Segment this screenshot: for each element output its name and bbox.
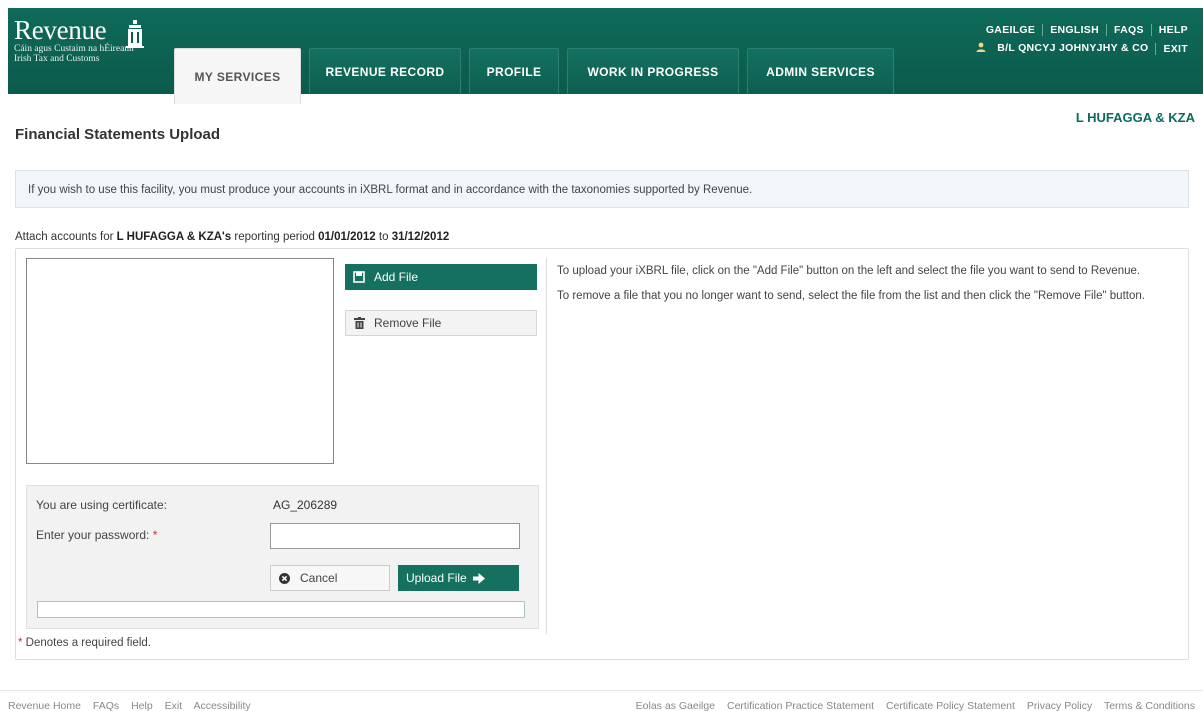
footer-link-certificate-policy-statement[interactable]: Certificate Policy Statement xyxy=(886,700,1015,711)
password-label: Enter your password: * xyxy=(36,528,157,542)
required-field-note: * Denotes a required field. xyxy=(18,637,151,649)
logo-sub-irish: Cáin agus Custaim na hÉireann xyxy=(14,44,134,54)
footer-divider xyxy=(0,690,1203,691)
add-file-icon xyxy=(353,271,365,283)
user-icon xyxy=(969,42,993,55)
logo-sub-english: Irish Tax and Customs xyxy=(14,54,100,64)
panel-divider xyxy=(546,258,547,634)
logo-text: Revenue xyxy=(14,15,107,45)
attach-to-word: to xyxy=(375,231,392,243)
link-help[interactable]: HELP xyxy=(1150,24,1195,36)
file-list[interactable] xyxy=(26,258,334,464)
top-links: GAEILGE ENGLISH FAQS HELP B/L QNCYJ JOHN… xyxy=(962,24,1195,55)
trash-icon xyxy=(354,317,365,329)
footer-link-terms-conditions[interactable]: Terms & Conditions xyxy=(1104,700,1195,711)
revenue-logo[interactable]: Revenue Cáin agus Custaim na hÉireann Ir… xyxy=(14,15,144,64)
remove-file-button[interactable]: Remove File xyxy=(345,310,537,336)
period-from: 01/01/2012 xyxy=(318,231,376,243)
add-file-button[interactable]: Add File xyxy=(345,264,537,290)
info-text: If you wish to use this facility, you mu… xyxy=(28,184,753,196)
certificate-label: You are using certificate: xyxy=(36,498,167,512)
add-file-label: Add File xyxy=(374,270,419,284)
certificate-value: AG_206289 xyxy=(273,498,338,512)
footer-link-revenue-home[interactable]: Revenue Home xyxy=(8,700,81,711)
client-name: L HUFAGGA & KZA xyxy=(1075,110,1195,125)
tab-admin-services[interactable]: ADMIN SERVICES xyxy=(747,48,894,94)
link-english[interactable]: ENGLISH xyxy=(1042,24,1106,36)
footer-right-links: Eolas as Gaeilge Certification Practice … xyxy=(636,700,1195,711)
footer-link-certification-practice-statement[interactable]: Certification Practice Statement xyxy=(727,700,874,711)
password-label-text: Enter your password: xyxy=(36,528,150,542)
footer-link-faqs[interactable]: FAQs xyxy=(93,700,119,711)
info-box: If you wish to use this facility, you mu… xyxy=(15,170,1189,208)
help-text: To upload your iXBRL file, click on the … xyxy=(557,265,1187,315)
remove-file-label: Remove File xyxy=(374,316,442,330)
help-upload-text: To upload your iXBRL file, click on the … xyxy=(557,265,1141,277)
page-title: Financial Statements Upload xyxy=(15,126,221,143)
password-input[interactable] xyxy=(270,523,520,549)
upload-progress-bar xyxy=(37,601,525,618)
tab-profile[interactable]: PROFILE xyxy=(469,48,559,94)
user-name: B/L QNCYJ JOHNYJHY & CO xyxy=(997,42,1149,54)
required-marker: * xyxy=(152,528,158,542)
attach-client: L HUFAGGA & KZA's xyxy=(116,231,232,243)
period-to: 31/12/2012 xyxy=(391,231,450,243)
link-exit[interactable]: EXIT xyxy=(1155,42,1195,55)
cancel-icon xyxy=(279,572,290,584)
footer-link-privacy-policy[interactable]: Privacy Policy xyxy=(1027,700,1092,711)
attach-accounts-text: Attach accounts for L HUFAGGA & KZA's re… xyxy=(15,231,449,243)
footer-link-help[interactable]: Help xyxy=(131,700,153,711)
harp-icon xyxy=(126,20,144,51)
required-note-text: Denotes a required field. xyxy=(22,637,151,649)
tab-work-in-progress[interactable]: WORK IN PROGRESS xyxy=(567,48,739,94)
user-account[interactable]: B/L QNCYJ JOHNYJHY & CO xyxy=(962,42,1155,55)
link-gaeilge[interactable]: GAEILGE xyxy=(979,24,1042,36)
footer-link-eolas-as-gaeilge[interactable]: Eolas as Gaeilge xyxy=(636,700,715,711)
link-faqs[interactable]: FAQS xyxy=(1105,24,1151,36)
tab-my-services[interactable]: MY SERVICES xyxy=(174,48,301,104)
attach-middle: reporting period xyxy=(231,231,319,243)
footer-left-links: Revenue Home FAQs Help Exit Accessibilit… xyxy=(8,700,260,711)
tab-revenue-record[interactable]: REVENUE RECORD xyxy=(309,48,461,94)
arrow-right-icon xyxy=(472,572,485,584)
cancel-button[interactable]: Cancel xyxy=(270,565,390,591)
app-header: Revenue Cáin agus Custaim na hÉireann Ir… xyxy=(8,8,1203,104)
upload-file-label: Upload File xyxy=(406,571,467,585)
upload-file-button[interactable]: Upload File xyxy=(398,565,519,591)
footer-link-exit[interactable]: Exit xyxy=(165,700,183,711)
footer-link-accessibility[interactable]: Accessibility xyxy=(193,700,250,711)
cancel-label: Cancel xyxy=(300,571,338,585)
attach-prefix: Attach accounts for xyxy=(15,231,117,243)
help-remove-text: To remove a file that you no longer want… xyxy=(557,290,1145,302)
